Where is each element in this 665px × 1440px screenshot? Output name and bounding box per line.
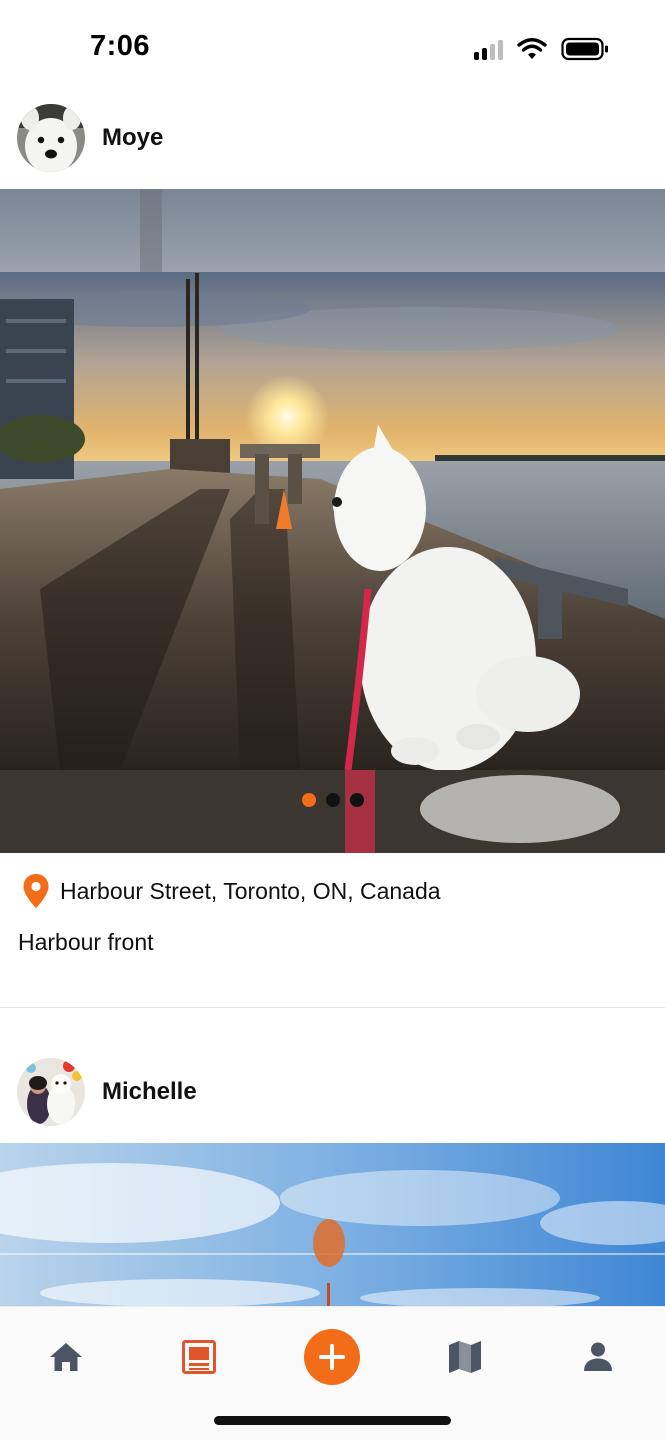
post-username[interactable]: Michelle [102, 1078, 197, 1106]
post-header[interactable]: Moye [0, 96, 665, 180]
cellular-signal-icon [474, 38, 503, 60]
home-indicator[interactable] [214, 1416, 451, 1425]
location-pin-icon [23, 874, 49, 908]
add-post-button[interactable] [304, 1329, 360, 1385]
carousel-dots[interactable] [0, 793, 665, 807]
battery-icon [561, 37, 608, 61]
tab-home[interactable] [24, 1325, 108, 1389]
tab-profile[interactable] [556, 1325, 640, 1389]
tab-feed[interactable] [157, 1325, 241, 1389]
person-with-dog-avatar[interactable] [17, 1058, 85, 1126]
carousel-dot[interactable] [349, 793, 364, 807]
dog-avatar[interactable] [17, 104, 85, 172]
wifi-icon [517, 38, 547, 59]
status-bar: 7:06 [0, 0, 665, 96]
post-username[interactable]: Moye [102, 124, 163, 152]
tab-map[interactable] [423, 1325, 507, 1389]
plus-icon [319, 1344, 345, 1370]
feed-icon [182, 1340, 216, 1374]
post-location[interactable]: Harbour Street, Toronto, ON, Canada [22, 873, 441, 909]
location-text[interactable]: Harbour Street, Toronto, ON, Canada [60, 878, 441, 905]
home-icon [50, 1343, 82, 1371]
post-caption: Harbour front [18, 929, 154, 955]
app-screen: 7:06 Moye Harbour Street, Toronto, ON, C… [0, 0, 665, 1440]
post-divider [0, 1007, 665, 1008]
post-photo[interactable] [0, 189, 665, 853]
status-time: 7:06 [90, 30, 151, 62]
person-icon [584, 1342, 612, 1371]
tab-add[interactable] [290, 1325, 374, 1389]
status-icons [474, 37, 609, 61]
post-header[interactable]: Michelle [0, 1050, 665, 1134]
post-photo[interactable] [0, 1143, 665, 1306]
map-icon [449, 1341, 481, 1373]
carousel-dot[interactable] [301, 793, 316, 807]
carousel-dot[interactable] [325, 793, 340, 807]
